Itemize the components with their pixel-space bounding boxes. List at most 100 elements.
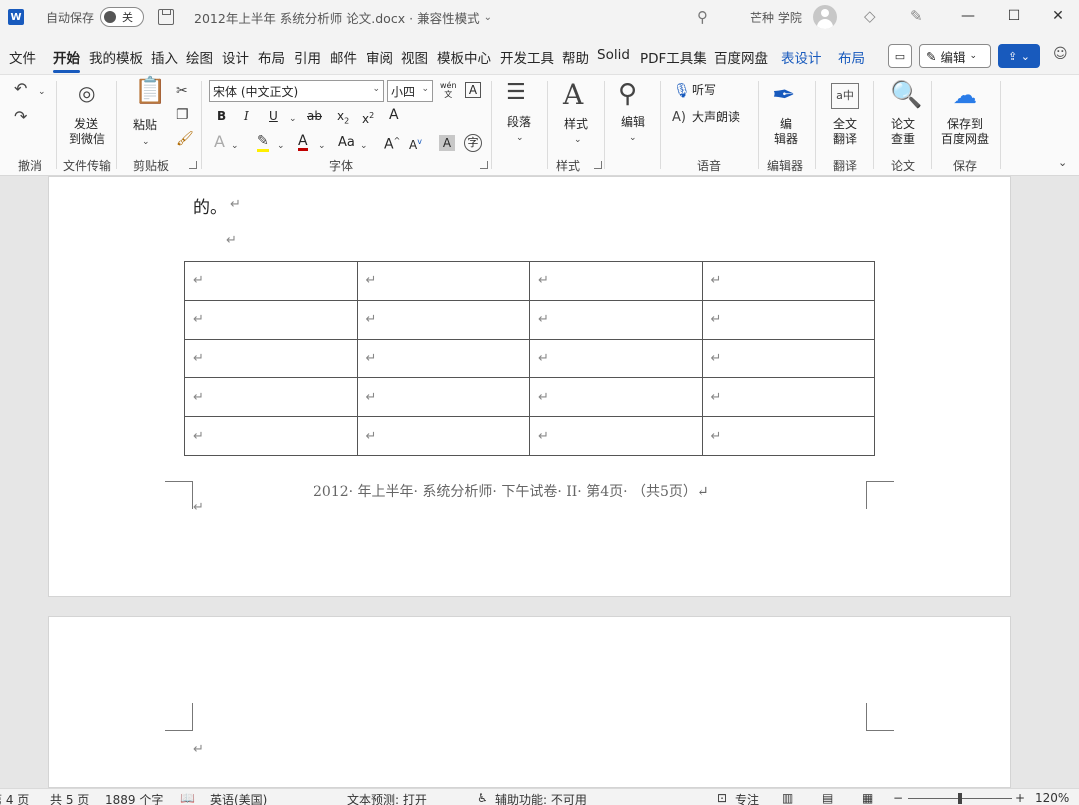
word-icon[interactable]: W: [8, 9, 24, 25]
focus-button[interactable]: 专注: [735, 791, 759, 805]
table-cell[interactable]: ↵: [356, 416, 530, 456]
paper-check-line1[interactable]: 论文: [891, 117, 915, 131]
table-cell[interactable]: ↵: [529, 377, 703, 418]
search-icon[interactable]: ⚲: [697, 8, 708, 26]
send-wechat-line1[interactable]: 发送: [74, 117, 98, 131]
read-mode-icon[interactable]: ▥: [782, 791, 793, 805]
tab-solid[interactable]: Solid: [597, 47, 630, 63]
focus-icon[interactable]: ⊡: [717, 791, 727, 805]
text-prediction-status[interactable]: 文本预测: 打开: [347, 791, 427, 805]
translate-line2[interactable]: 翻译: [833, 132, 857, 146]
paper-check-line2[interactable]: 查重: [891, 132, 915, 146]
tab-table-design[interactable]: 表设计: [781, 47, 822, 67]
undo-icon[interactable]: ↶: [14, 81, 27, 97]
table-cell[interactable]: ↵: [184, 299, 358, 340]
translate-line1[interactable]: 全文: [833, 117, 857, 131]
body-text[interactable]: 的。: [193, 193, 227, 218]
chevron-down-icon[interactable]: ⌄: [629, 130, 637, 146]
bold-button[interactable]: B: [217, 109, 226, 123]
tab-help[interactable]: 帮助: [562, 47, 589, 67]
chevron-down-icon[interactable]: ⌄: [231, 138, 239, 154]
table-cell[interactable]: ↵: [701, 377, 875, 418]
launcher-icon[interactable]: [480, 161, 488, 169]
superscript-button[interactable]: x2: [362, 109, 374, 126]
redo-icon[interactable]: ↷: [14, 109, 27, 125]
table-cell[interactable]: ↵: [701, 261, 875, 301]
close-icon[interactable]: ✕: [1035, 0, 1079, 32]
font-name-field[interactable]: 宋体 (中文正文) ⌄: [209, 80, 384, 102]
tab-insert[interactable]: 插入: [151, 47, 178, 67]
web-layout-icon[interactable]: ▦: [862, 791, 873, 805]
send-wechat-line2[interactable]: 到微信: [69, 132, 105, 146]
table-cell[interactable]: ↵: [356, 377, 530, 418]
chevron-down-icon[interactable]: ⌄: [289, 111, 297, 127]
grow-font-button[interactable]: A^: [384, 134, 400, 152]
highlighter-icon[interactable]: ✎: [257, 133, 269, 152]
enclose-characters-button[interactable]: 字: [464, 134, 482, 152]
print-layout-icon[interactable]: ▤: [822, 791, 833, 805]
word-count[interactable]: 1889 个字: [105, 791, 163, 805]
dictate-button[interactable]: 听写: [692, 83, 716, 97]
styles-icon[interactable]: A: [563, 81, 583, 109]
paste-button[interactable]: 粘贴: [133, 118, 157, 132]
chevron-down-icon[interactable]: ⌄: [484, 12, 492, 23]
cut-icon[interactable]: ✂: [176, 83, 188, 99]
subscript-button[interactable]: x2: [337, 109, 349, 128]
pen-icon[interactable]: ✎: [910, 7, 923, 25]
editing-button[interactable]: 编辑: [621, 115, 645, 129]
table-cell[interactable]: ↵: [356, 261, 530, 301]
character-shading-button[interactable]: A: [439, 135, 455, 151]
tab-template-center[interactable]: 模板中心: [437, 47, 491, 67]
paragraph-button[interactable]: 段落: [507, 115, 531, 129]
paste-icon[interactable]: 📋: [134, 78, 166, 104]
read-aloud-button[interactable]: 大声朗读: [692, 110, 740, 124]
table-cell[interactable]: ↵: [184, 338, 358, 379]
format-painter-icon[interactable]: 🖌: [176, 131, 194, 147]
phonetic-guide-icon[interactable]: wén 文: [440, 81, 457, 99]
zoom-slider-thumb[interactable]: [958, 793, 962, 804]
text-effects-button[interactable]: A: [214, 134, 225, 150]
document-title[interactable]: 2012年上半年 系统分析师 论文.docx · 兼容性模式: [194, 8, 480, 27]
page-footer[interactable]: 2012· 年上半年· 系统分析师· 下午试卷· II· 第4页· （共5页）↵: [313, 481, 709, 501]
accessibility-status[interactable]: 辅助功能: 不可用: [495, 791, 587, 805]
tab-home[interactable]: 开始: [53, 47, 80, 73]
table-cell[interactable]: ↵: [184, 416, 358, 456]
page-indicator[interactable]: 第 4 页: [0, 791, 29, 805]
change-case-button[interactable]: Aa: [338, 136, 355, 150]
save-baidu-line1[interactable]: 保存到: [947, 117, 983, 131]
chevron-down-icon[interactable]: ⌄: [574, 132, 582, 148]
tab-table-layout[interactable]: 布局: [838, 47, 865, 67]
table-cell[interactable]: ↵: [701, 299, 875, 340]
launcher-icon[interactable]: [189, 161, 197, 169]
chevron-down-icon[interactable]: ⌄: [142, 134, 150, 150]
tab-file[interactable]: 文件: [9, 47, 36, 67]
shrink-font-button[interactable]: Av: [409, 135, 422, 152]
table-cell[interactable]: ↵: [529, 261, 703, 301]
character-border-icon[interactable]: A: [465, 82, 481, 98]
tab-mailings[interactable]: 邮件: [330, 47, 357, 67]
table-cell[interactable]: ↵: [529, 299, 703, 340]
microphone-icon[interactable]: 🎙: [673, 83, 691, 99]
person-icon[interactable]: ☺: [1053, 46, 1068, 62]
launcher-icon[interactable]: [594, 161, 602, 169]
tab-design[interactable]: 设计: [222, 47, 249, 67]
underline-button[interactable]: U: [269, 109, 278, 123]
tab-references[interactable]: 引用: [294, 47, 321, 67]
autosave-toggle[interactable]: 关: [100, 7, 145, 27]
italic-button[interactable]: I: [244, 109, 249, 123]
chevron-down-icon[interactable]: ⌄: [38, 84, 46, 100]
wechat-icon[interactable]: ◎: [78, 83, 95, 103]
share-button[interactable]: ⇪ ⌄: [998, 44, 1040, 68]
tab-view[interactable]: 视图: [401, 47, 428, 67]
collapse-ribbon-icon[interactable]: ⌄: [1058, 155, 1067, 171]
font-color-button[interactable]: A: [298, 134, 308, 151]
user-name[interactable]: 芒种 学院: [750, 9, 802, 26]
plagiarism-check-icon[interactable]: 🔍: [890, 81, 922, 109]
table-cell[interactable]: ↵: [356, 338, 530, 379]
tab-layout[interactable]: 布局: [258, 47, 285, 67]
tab-developer[interactable]: 开发工具: [500, 47, 554, 67]
comment-icon[interactable]: ▭: [888, 44, 912, 68]
editor-icon[interactable]: ✒: [772, 81, 795, 109]
read-aloud-icon[interactable]: A): [672, 110, 686, 126]
accessibility-icon[interactable]: ♿: [477, 791, 488, 805]
